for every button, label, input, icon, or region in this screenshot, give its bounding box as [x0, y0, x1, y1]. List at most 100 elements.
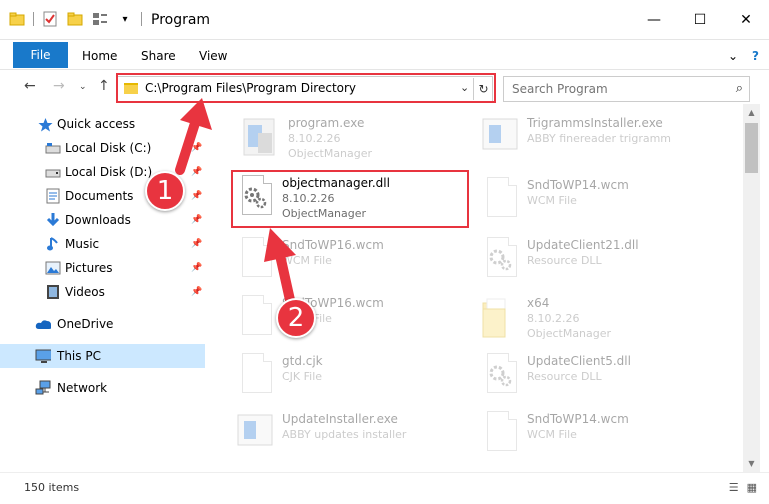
help-icon[interactable]: ? — [752, 49, 759, 63]
file-company: ObjectManager — [527, 327, 612, 340]
file-name: SndToWP14.wcm — [527, 412, 629, 426]
search-input[interactable] — [512, 80, 712, 98]
computer-icon — [35, 348, 51, 364]
file-type: WCM File — [527, 428, 577, 441]
sidebar-item-pictures[interactable]: Pictures 📌 — [0, 256, 205, 280]
file-name: UpdateInstaller.exe — [282, 412, 398, 426]
sidebar-item-label: Downloads — [65, 213, 131, 227]
view-options-icon[interactable] — [91, 10, 109, 28]
dll-gear-icon — [479, 351, 521, 405]
drive-icon — [45, 164, 61, 180]
file-item-updateinstaller-exe[interactable]: UpdateInstaller.exe ABBY updates install… — [234, 406, 474, 466]
up-arrow-icon[interactable]: ↑ — [98, 78, 110, 94]
item-count: 150 items — [24, 481, 80, 494]
file-type: WCM File — [527, 194, 577, 207]
file-name: x64 — [527, 296, 550, 310]
star-icon — [37, 116, 53, 132]
sidebar-item-network[interactable]: Network — [0, 376, 205, 400]
documents-icon — [45, 188, 61, 204]
pin-icon[interactable]: 📌 — [191, 167, 202, 177]
file-name: SndToWP14.wcm — [527, 178, 629, 192]
sidebar-item-label: Videos — [65, 285, 105, 299]
pin-icon[interactable]: 📌 — [191, 263, 202, 273]
file-name: UpdateClient5.dll — [527, 354, 631, 368]
file-item-gtd-cjk[interactable]: gtd.cjk CJK File — [234, 348, 474, 408]
ribbon: File Home Share View ⌄ ? — [0, 40, 769, 70]
file-name: program.exe — [288, 116, 365, 130]
pin-icon[interactable]: 📌 — [191, 287, 202, 297]
folder-icon — [479, 293, 521, 347]
step-callout-2: 2 — [276, 298, 316, 338]
scroll-up-icon[interactable]: ▲ — [743, 104, 760, 121]
sidebar-item-music[interactable]: Music 📌 — [0, 232, 205, 256]
details-view-icon[interactable]: ☰ — [729, 481, 739, 494]
tab-view[interactable]: View — [199, 49, 227, 63]
tab-file[interactable]: File — [13, 42, 68, 68]
address-row: ← → ⌄ ↑ C:\Program Files\Program Directo… — [0, 70, 769, 104]
sidebar-item-label: Music — [65, 237, 100, 251]
file-item-sndtowp16-wcm[interactable]: SndToWP16.wcm WCM File — [234, 290, 474, 350]
pin-icon[interactable]: 📌 — [191, 239, 202, 249]
pin-icon[interactable]: 📌 — [191, 191, 202, 201]
scroll-down-icon[interactable]: ▼ — [743, 455, 760, 472]
file-item-updateclient21-dll[interactable]: UpdateClient21.dll Resource DLL — [479, 232, 719, 292]
pin-icon[interactable]: 📌 — [191, 215, 202, 225]
title-bar: ▾ Program — ☐ ✕ — [0, 0, 769, 40]
file-item-sndtowp16-wcm[interactable]: SndToWP16.wcm WCM File — [234, 232, 474, 292]
recent-locations-icon[interactable]: ⌄ — [79, 82, 87, 92]
vertical-scrollbar[interactable]: ▲ ▼ — [743, 104, 760, 472]
file-icon — [234, 235, 276, 289]
sidebar-item-this-pc[interactable]: This PC — [0, 344, 205, 368]
file-item-x64-folder[interactable]: x64 8.10.2.26 ObjectManager — [479, 290, 719, 350]
sidebar-item-label: This PC — [57, 349, 101, 363]
customize-toolbar-icon[interactable]: ▾ — [116, 10, 134, 28]
file-item-updateclient5-dll[interactable]: UpdateClient5.dll Resource DLL — [479, 348, 719, 408]
exe-icon — [479, 113, 521, 167]
sidebar-item-label: Pictures — [65, 261, 113, 275]
file-icon — [479, 175, 521, 229]
new-folder-icon[interactable] — [66, 10, 84, 28]
file-description: ABBY updates installer — [282, 428, 407, 441]
dll-gear-icon — [479, 235, 521, 289]
status-bar: 150 items ☰ ▦ — [0, 472, 769, 504]
maximize-button[interactable]: ☐ — [677, 0, 723, 40]
tab-share[interactable]: Share — [141, 49, 176, 63]
file-icon — [479, 409, 521, 463]
back-arrow-icon[interactable]: ← — [24, 78, 36, 94]
file-item-program-exe[interactable]: program.exe 8.10.2.26 ObjectManager — [240, 110, 480, 170]
toolbar-separator — [33, 12, 34, 26]
search-icon[interactable]: ⌕ — [736, 81, 743, 96]
sidebar-item-local-disk-c[interactable]: Local Disk (C:) 📌 — [0, 136, 205, 160]
scroll-thumb[interactable] — [745, 123, 758, 173]
sidebar-item-onedrive[interactable]: OneDrive — [0, 312, 205, 336]
close-button[interactable]: ✕ — [723, 0, 769, 40]
sidebar-item-quick-access[interactable]: Quick access — [0, 112, 205, 136]
file-name: TrigrammsInstaller.exe — [527, 116, 663, 130]
window-title: Program — [151, 12, 211, 28]
sidebar-item-videos[interactable]: Videos 📌 — [0, 280, 205, 304]
properties-icon[interactable] — [41, 10, 59, 28]
file-description: ABBY finereader trigramm — [527, 132, 672, 145]
search-box[interactable]: ⌕ — [503, 76, 750, 102]
step-callout-1: 1 — [145, 171, 185, 211]
pin-icon[interactable]: 📌 — [191, 143, 202, 153]
exe-icon — [234, 409, 276, 463]
folder-icon[interactable] — [8, 10, 26, 28]
file-name: UpdateClient21.dll — [527, 238, 639, 252]
expand-ribbon-icon[interactable]: ⌄ — [728, 49, 738, 63]
file-company: ObjectManager — [288, 147, 373, 160]
tab-home[interactable]: Home — [82, 49, 117, 63]
file-item-sndtowp14-wcm[interactable]: SndToWP14.wcm WCM File — [479, 406, 719, 466]
selected-file-highlight-box — [231, 170, 469, 228]
large-icons-view-icon[interactable]: ▦ — [747, 481, 757, 494]
downloads-icon — [45, 212, 61, 228]
pictures-icon — [45, 260, 61, 276]
file-item-sndtowp14-wcm[interactable]: SndToWP14.wcm WCM File — [479, 172, 719, 232]
file-name: gtd.cjk — [282, 354, 323, 368]
file-item-trigrammsinstaller-exe[interactable]: TrigrammsInstaller.exe ABBY finereader t… — [479, 110, 719, 170]
sidebar-item-downloads[interactable]: Downloads 📌 — [0, 208, 205, 232]
sidebar-item-label: Local Disk (D:) — [65, 165, 153, 179]
minimize-button[interactable]: — — [631, 0, 677, 40]
forward-arrow-icon[interactable]: → — [53, 78, 65, 94]
file-type: Resource DLL — [527, 254, 602, 267]
